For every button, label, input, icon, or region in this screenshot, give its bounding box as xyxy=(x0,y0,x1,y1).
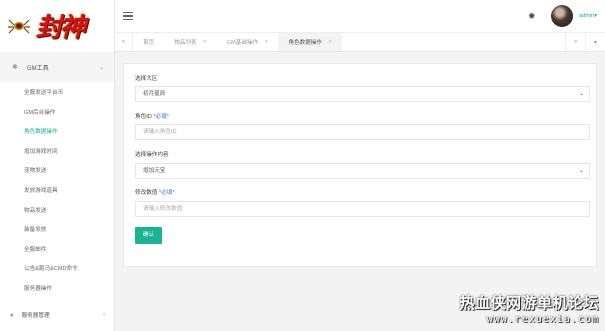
user-area: ✹ admin ▾ xyxy=(528,5,605,27)
required-hint: *必填* xyxy=(153,114,169,120)
chevron-down-icon[interactable]: ▾ xyxy=(594,13,597,19)
watermark-title: 热血侠网游单机论坛 xyxy=(459,294,599,312)
sidebar-item-send-currency[interactable]: 全服发送平台币 xyxy=(0,84,114,104)
sidebar-item-role-data[interactable]: 角色数据操作 xyxy=(0,123,114,143)
tab-gm-basic[interactable]: GM基础操作 ✕ xyxy=(217,33,279,51)
watermark: 热血侠网游单机论坛 www.rexuexia.com xyxy=(459,292,599,325)
sidebar-item-equipment[interactable]: 装备发放 xyxy=(0,221,114,241)
close-icon[interactable]: ✕ xyxy=(328,39,332,45)
logo[interactable]: 封神 xyxy=(0,0,114,50)
logo-text: 封神 xyxy=(36,12,86,43)
sidebar-item-game-items[interactable]: 发放游戏道具 xyxy=(0,182,114,202)
operation-label-text: 选择操作内容 xyxy=(135,152,169,158)
spider-logo-icon xyxy=(8,19,30,34)
chevron-down-icon: ⌄ xyxy=(98,64,104,71)
tab-label: 首页 xyxy=(143,40,155,46)
menu-toggle-icon[interactable] xyxy=(123,12,133,20)
role-id-placeholder: 请输入角色ID xyxy=(143,129,177,135)
tab-role-data[interactable]: 角色数据操作 ✕ xyxy=(278,33,343,51)
settings-icon[interactable]: ✹ xyxy=(528,11,537,21)
sidebar-menu: 全服发送平台币 GM后台操作 角色数据操作 增加游戏时间 宠物发送 发放游戏道具… xyxy=(0,82,114,300)
close-icon[interactable]: ✕ xyxy=(203,39,207,45)
amount-input[interactable]: 请输入修改数值 xyxy=(135,201,590,217)
sidebar-item-game-time[interactable]: 增加游戏时间 xyxy=(0,143,114,163)
tab-item-list[interactable]: 物品列表 ✕ xyxy=(164,33,217,51)
operation-label: 选择操作内容 xyxy=(135,150,169,158)
chevron-down-icon: ⌄ xyxy=(578,168,584,174)
chevron-right-icon: › xyxy=(103,312,105,318)
close-icon[interactable]: ✕ xyxy=(264,39,268,45)
sidebar-group-label: 服务器管理 xyxy=(21,313,50,319)
chevron-down-icon: ⌄ xyxy=(578,91,584,97)
amount-placeholder: 请输入修改数值 xyxy=(143,206,183,212)
sidebar-item-server-ops[interactable]: 服务器操作 xyxy=(0,280,114,300)
page-tabs: « 首页 物品列表 ✕ GM基础操作 ✕ 角色数据操作 ✕ » ▾ xyxy=(115,32,605,52)
sidebar-group-label: GM工具 xyxy=(27,65,49,72)
gear-icon: ✱ xyxy=(12,63,18,71)
tabs-scroll-left-icon[interactable]: « xyxy=(115,33,133,51)
server-icon: ♦ xyxy=(10,311,14,319)
tab-label: GM基础操作 xyxy=(226,40,259,46)
operation-select-value: 增加元宝 xyxy=(143,168,166,174)
sidebar-group-server-management[interactable]: ♦ 服务器管理 › xyxy=(0,303,115,327)
role-id-label-text: 角色ID xyxy=(135,114,152,120)
role-data-form: 选择大区 初月星辰 ⌄ 角色ID *必填* 请输入角色ID 选择操作内容 增加元… xyxy=(123,63,597,267)
tab-label: 物品列表 xyxy=(174,40,197,46)
sidebar-item-server-mail[interactable]: 全服邮件 xyxy=(0,241,114,261)
tab-label: 角色数据操作 xyxy=(288,40,322,46)
amount-label-text: 修改数值 xyxy=(135,190,158,196)
tab-controls: » ▾ xyxy=(565,33,605,51)
region-label: 选择大区 xyxy=(135,74,157,82)
sidebar: 封神 ✱ GM工具 ⌄ 全服发送平台币 GM后台操作 角色数据操作 增加游戏时间… xyxy=(0,0,115,331)
tabs-menu-icon[interactable]: ▾ xyxy=(585,33,605,51)
tabs-scroll-right-icon[interactable]: » xyxy=(565,33,585,51)
user-menu[interactable]: admin xyxy=(579,13,594,19)
top-navbar: ✹ admin ▾ xyxy=(115,0,605,32)
region-select[interactable]: 初月星辰 ⌄ xyxy=(135,86,590,102)
avatar[interactable] xyxy=(550,5,573,27)
sidebar-group-gm-tools[interactable]: ✱ GM工具 ⌄ xyxy=(0,52,114,82)
confirm-button[interactable]: 确认 xyxy=(135,227,162,244)
sidebar-item-pet-send[interactable]: 宠物发送 xyxy=(0,162,114,182)
role-id-input[interactable]: 请输入角色ID xyxy=(135,124,590,140)
role-id-label: 角色ID *必填* xyxy=(135,112,169,120)
region-select-value: 初月星辰 xyxy=(143,91,166,97)
sidebar-item-announcement[interactable]: 公告&跑马&CMD命令 xyxy=(0,260,114,280)
required-hint: *必填* xyxy=(158,190,175,196)
tab-home[interactable]: 首页 xyxy=(133,33,164,51)
amount-label: 修改数值 *必填* xyxy=(135,188,175,196)
sidebar-item-gm-backend[interactable]: GM后台操作 xyxy=(0,104,114,124)
watermark-url: www.rexuexia.com xyxy=(486,314,599,325)
sidebar-item-item-send[interactable]: 物品发送 xyxy=(0,202,114,222)
region-label-text: 选择大区 xyxy=(135,76,158,82)
operation-select[interactable]: 增加元宝 ⌄ xyxy=(135,163,590,179)
